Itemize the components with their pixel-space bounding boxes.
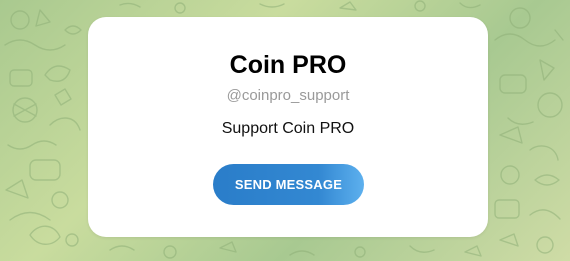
- send-message-button[interactable]: SEND MESSAGE: [213, 164, 364, 205]
- profile-description: Support Coin PRO: [221, 120, 355, 137]
- profile-card: Coin PRO @coinpro_support Support Coin P…: [88, 17, 488, 237]
- profile-username[interactable]: @coinpro_support: [88, 87, 488, 105]
- profile-title: Coin PRO: [229, 51, 347, 79]
